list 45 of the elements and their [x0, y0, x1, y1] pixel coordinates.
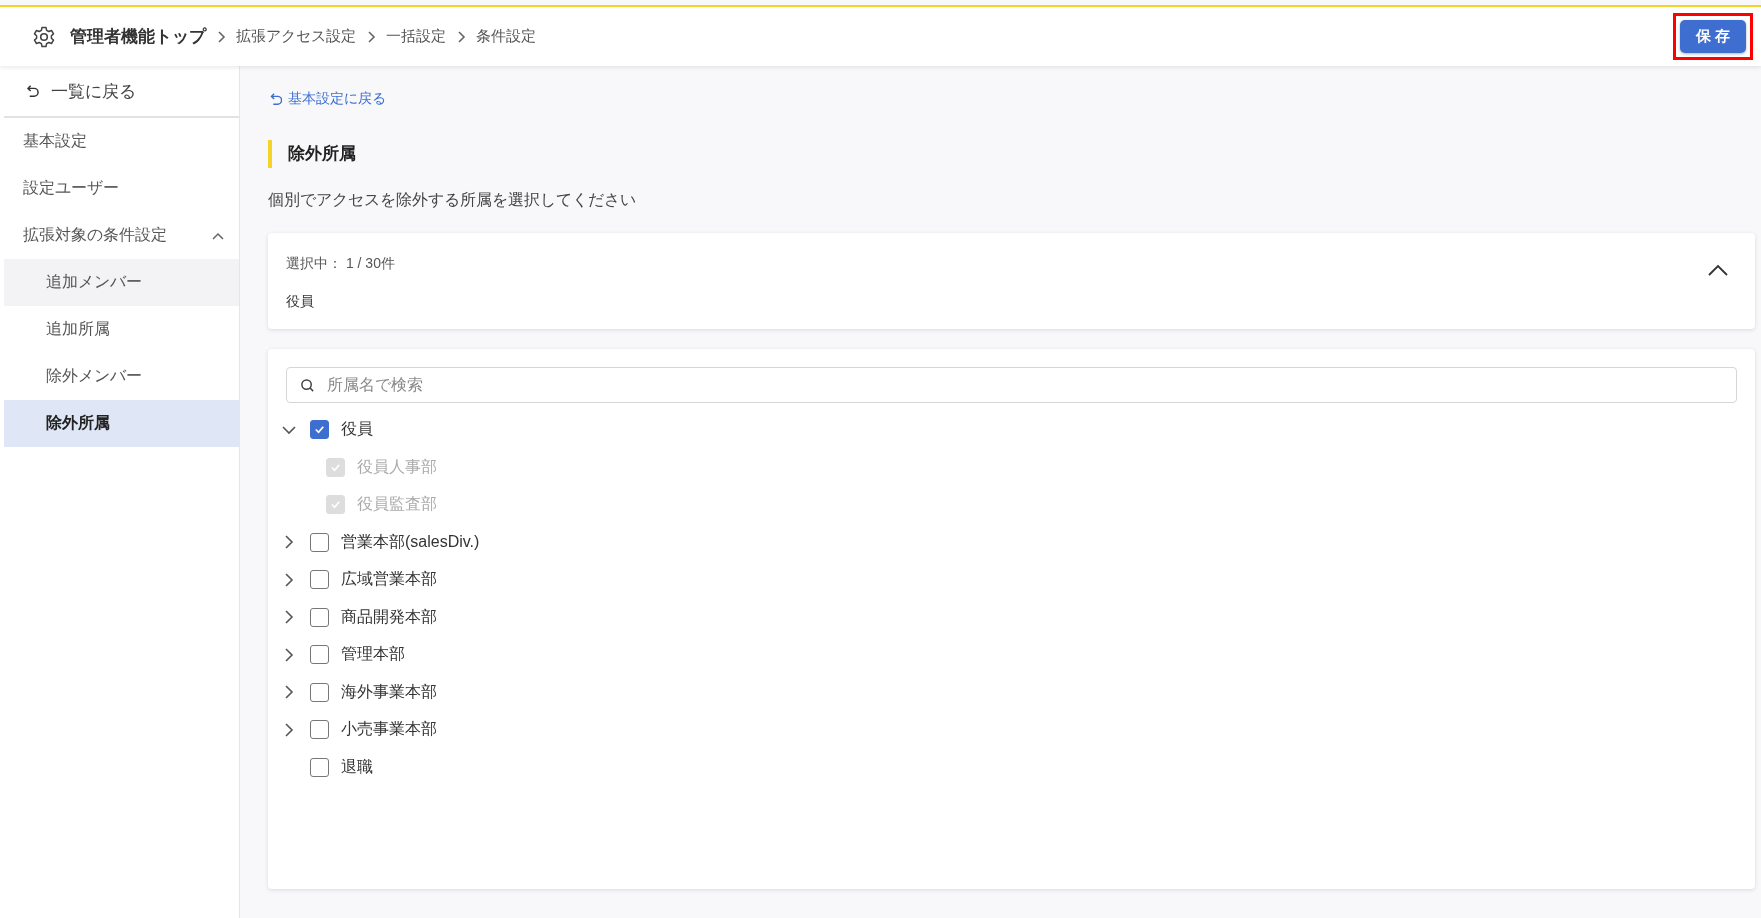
back-link[interactable]: 一覧に戻る: [4, 66, 239, 118]
checkbox[interactable]: [310, 607, 329, 627]
sidebar-item[interactable]: 追加メンバー: [4, 259, 239, 306]
selection-count: 選択中： 1 / 30件: [286, 255, 396, 273]
checkbox[interactable]: [310, 420, 329, 440]
checkbox[interactable]: [310, 682, 329, 702]
breadcrumb-link[interactable]: 条件設定: [476, 27, 536, 46]
undo-icon: [268, 92, 282, 106]
selected-item: 役員: [286, 293, 315, 311]
chevron-right-icon: [216, 29, 226, 44]
back-link[interactable]: 基本設定に戻る: [268, 90, 386, 108]
save-button[interactable]: 保存: [1680, 20, 1746, 53]
sidebar-item[interactable]: 拡張対象の条件設定: [4, 212, 239, 259]
tree-item-label: 退職: [341, 756, 373, 777]
chevron-right-icon: [456, 29, 466, 44]
checkbox[interactable]: [310, 720, 329, 740]
search-icon: [300, 378, 315, 393]
breadcrumb-link[interactable]: 管理者機能トップ: [70, 25, 206, 48]
search-field[interactable]: 所属名で検索: [286, 367, 1737, 403]
settings-icon: [32, 24, 56, 49]
tree-item-label: 役員: [341, 419, 373, 440]
tree-item-label: 広域営業本部: [341, 569, 437, 590]
sidebar-item[interactable]: 基本設定: [4, 118, 239, 165]
checkbox[interactable]: [310, 645, 329, 665]
sidebar-item[interactable]: 設定ユーザー: [4, 165, 239, 212]
checkbox[interactable]: [310, 757, 329, 777]
section-title: 除外所属: [268, 140, 1755, 168]
sidebar-item[interactable]: 追加所属: [4, 306, 239, 353]
sidebar-item[interactable]: 除外メンバー: [4, 353, 239, 400]
breadcrumb-link[interactable]: 一括設定: [386, 27, 446, 46]
tree-item-label: 管理本部: [341, 644, 405, 665]
breadcrumb-link[interactable]: 拡張アクセス設定: [236, 27, 356, 46]
undo-icon: [24, 84, 39, 98]
tree-item-label: 小売事業本部: [341, 719, 437, 740]
tree-item-label: 海外事業本部: [341, 681, 437, 702]
description-text: 個別でアクセスを除外する所属を選択してください: [268, 190, 637, 210]
checkbox[interactable]: [310, 532, 329, 552]
sidebar-item[interactable]: 除外所属: [4, 400, 239, 447]
tree-item-label: 役員人事部: [357, 456, 437, 477]
chevron-up-icon[interactable]: [1707, 263, 1729, 277]
tree-item-label: 営業本部(salesDiv.): [341, 531, 480, 552]
tree-item-label: 役員監査部: [357, 494, 437, 515]
tree-item-label: 商品開発本部: [341, 606, 437, 627]
chevron-right-icon: [366, 29, 376, 44]
checkbox[interactable]: [310, 570, 329, 590]
